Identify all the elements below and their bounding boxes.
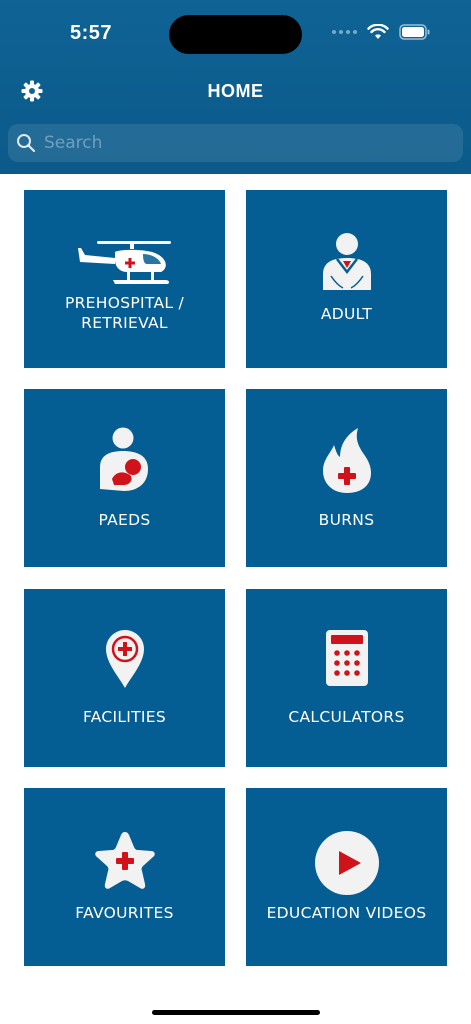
location-pin-icon [105,630,144,688]
tile-calculators[interactable]: CALCULATORS [246,589,447,767]
helicopter-icon [77,241,171,284]
adult-person-icon [322,233,371,290]
status-bar: 5:57 [0,0,471,64]
parent-child-icon [99,427,148,491]
tile-burns[interactable]: BURNS [246,389,447,567]
page-title: HOME [207,81,264,101]
tile-paeds[interactable]: PAEDS [24,389,225,567]
cellular-signal-icon [332,30,357,34]
tile-prehospital-retrieval[interactable]: PREHOSPITAL / RETRIEVAL [24,190,225,368]
tile-facilities[interactable]: FACILITIES [24,589,225,767]
play-icon [314,831,379,895]
tile-favourites[interactable]: FAVOURITES [24,788,225,966]
battery-icon [399,24,430,40]
flame-icon [322,428,371,493]
tile-label: FACILITIES [82,708,167,726]
status-icons [332,24,431,40]
navigation-bar: HOME [0,70,471,112]
home-indicator [152,1010,320,1015]
tile-label: PAEDS [98,511,151,529]
app-header: 5:57 HOME Search [0,0,471,174]
tile-label: FAVOURITES [75,904,174,922]
wifi-icon [367,24,389,39]
tile-label: PREHOSPITAL / RETRIEVAL [64,294,185,332]
tile-label: ADULT [320,305,373,323]
tile-adult[interactable]: ADULT [246,190,447,368]
search-icon [17,134,36,153]
calculator-icon [325,630,368,686]
dynamic-island [169,15,302,54]
tile-education-videos[interactable]: EDUCATION VIDEOS [246,788,447,966]
star-icon [94,832,155,889]
search-input[interactable] [44,125,463,161]
tile-label: EDUCATION VIDEOS [266,904,427,922]
tile-label: CALCULATORS [288,708,405,726]
search-bar[interactable] [8,124,463,162]
tile-label: BURNS [318,511,375,529]
status-time: 5:57 [70,22,113,44]
